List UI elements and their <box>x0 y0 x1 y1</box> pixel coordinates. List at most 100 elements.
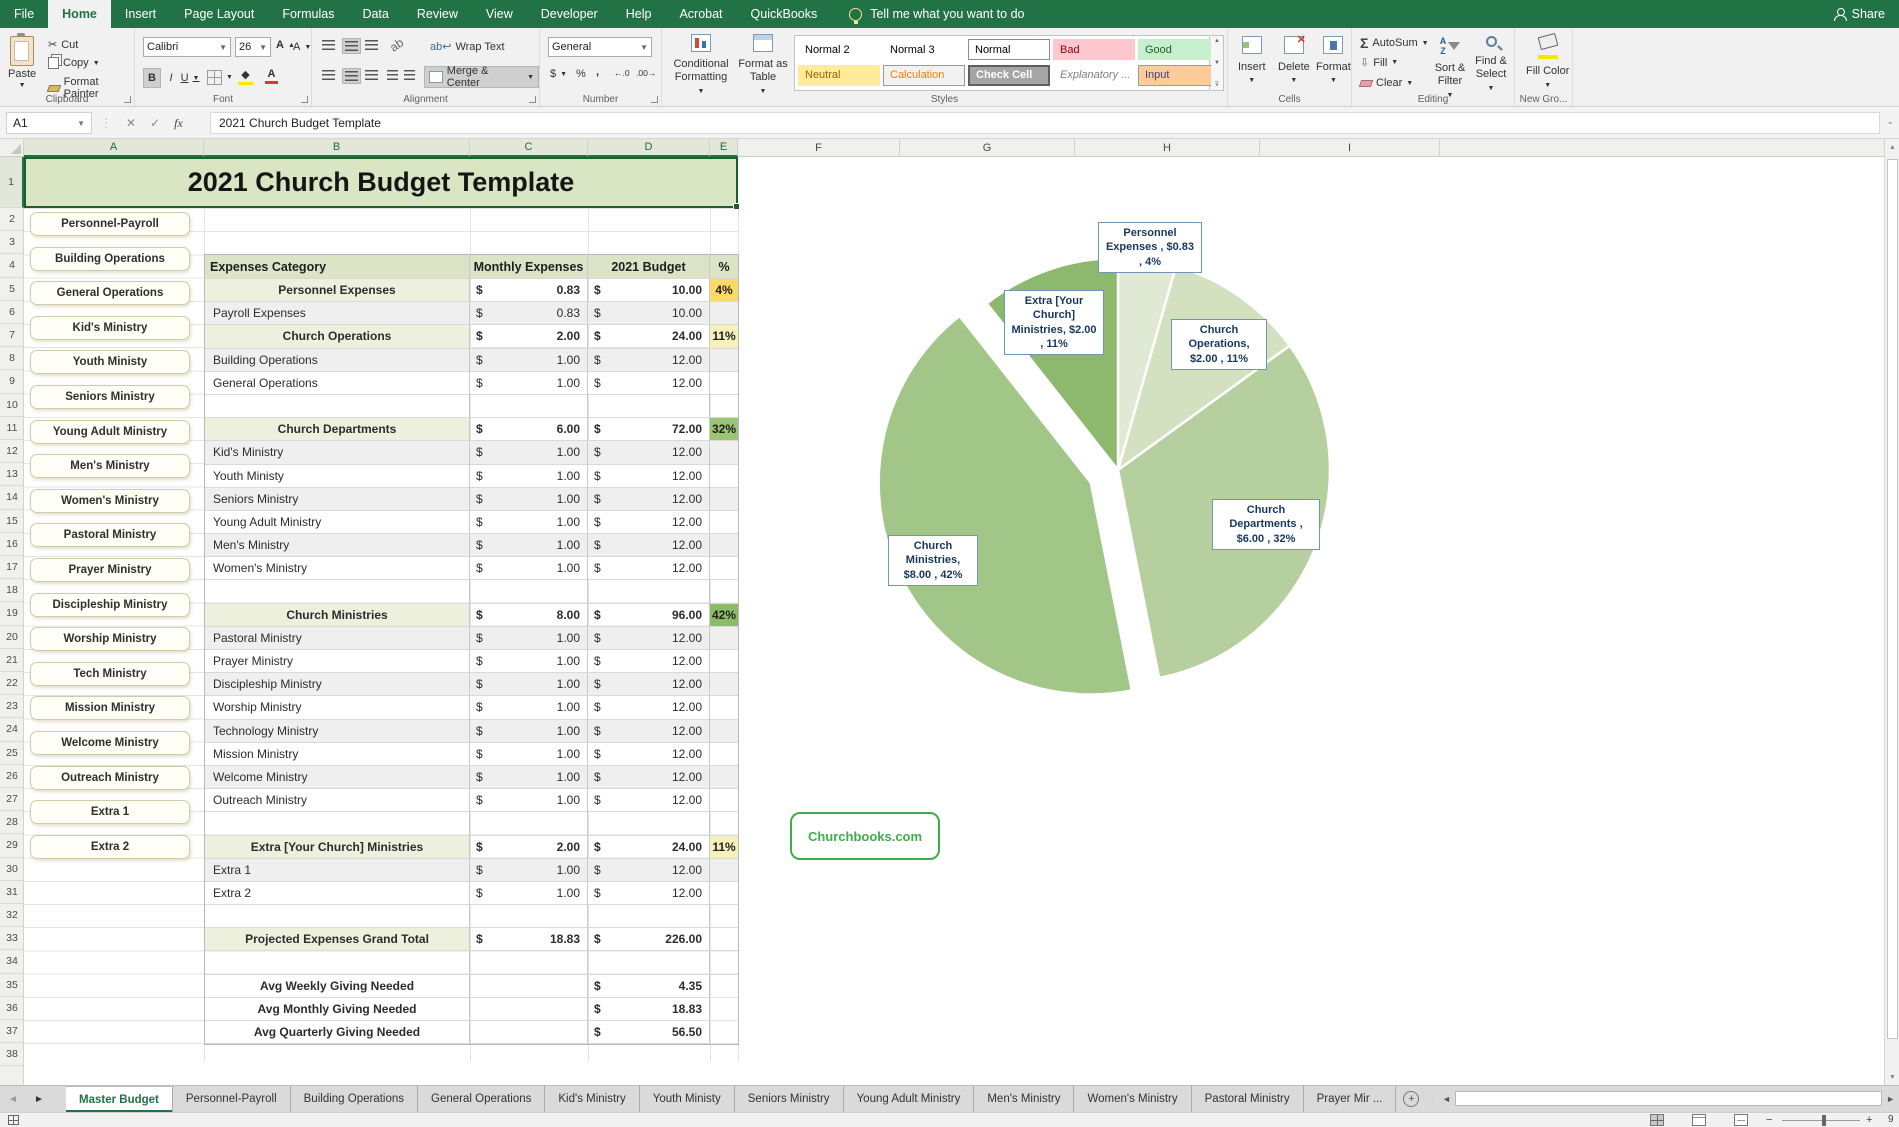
cell-section-label[interactable]: Church Ministries <box>205 604 470 627</box>
row-header-6[interactable]: 6 <box>0 301 24 324</box>
hscroll-right-icon[interactable]: ► <box>1886 1094 1895 1104</box>
cell-c[interactable]: $1.00 <box>470 465 588 488</box>
selection-fill-handle[interactable] <box>733 203 740 210</box>
cell-c[interactable]: $1.00 <box>470 650 588 673</box>
scroll-up-icon[interactable]: ▲ <box>1885 139 1899 155</box>
row-header-17[interactable]: 17 <box>0 556 24 579</box>
cell-d[interactable]: $12.00 <box>588 766 710 789</box>
cell-percent-empty[interactable] <box>710 488 738 511</box>
cell-blank[interactable] <box>470 395 588 418</box>
style-chip-normal-2[interactable]: Normal 2 <box>798 39 880 60</box>
accounting-format-button[interactable]: $▼ <box>550 68 567 80</box>
cell-detail-label[interactable]: Men's Ministry <box>205 534 470 557</box>
add-sheet-button[interactable]: + <box>1396 1086 1426 1112</box>
clipboard-dialog-launcher[interactable] <box>124 96 131 103</box>
cell-c[interactable]: $1.00 <box>470 511 588 534</box>
cell-blank[interactable] <box>710 951 738 974</box>
sheet-tab-building-operations[interactable]: Building Operations <box>291 1086 418 1112</box>
sheet-tab-women-s-ministry[interactable]: Women's Ministry <box>1074 1086 1191 1112</box>
row-header-21[interactable]: 21 <box>0 649 24 672</box>
cell-c[interactable]: $1.00 <box>470 789 588 812</box>
cell-blank[interactable] <box>205 580 470 603</box>
delete-cells-button[interactable]: ✕Delete▼ <box>1278 36 1310 84</box>
cell-avg-label[interactable]: Avg Monthly Giving Needed <box>205 998 470 1021</box>
row-header-37[interactable]: 37 <box>0 1020 24 1043</box>
paste-button[interactable]: Paste▼ <box>8 36 36 89</box>
cell-c[interactable]: $1.00 <box>470 349 588 372</box>
cell-percent-empty[interactable] <box>710 465 738 488</box>
cell-percent-empty[interactable] <box>710 696 738 719</box>
menu-tab-help[interactable]: Help <box>612 0 666 28</box>
row-header-5[interactable]: 5 <box>0 278 24 301</box>
cell-d[interactable]: $96.00 <box>588 604 710 627</box>
cell-blank[interactable] <box>588 905 710 928</box>
row-header-19[interactable]: 19 <box>0 602 24 625</box>
number-format-combo[interactable]: General▼ <box>548 37 652 57</box>
tab-scroll-right-icon[interactable]: ► <box>26 1086 52 1112</box>
sort-filter-button[interactable]: AZSort & Filter▼ <box>1430 36 1470 99</box>
cell-detail-label[interactable]: Young Adult Ministry <box>205 511 470 534</box>
cut-button[interactable]: ✂Cut <box>48 38 78 51</box>
sheet-tab-personnel-payroll[interactable]: Personnel-Payroll <box>173 1086 291 1112</box>
cell-c[interactable]: $1.00 <box>470 859 588 882</box>
cell-percent-empty[interactable] <box>710 882 738 905</box>
cell-percent[interactable] <box>710 928 738 951</box>
row-header-33[interactable]: 33 <box>0 927 24 950</box>
font-name-combo[interactable]: Calibri▼ <box>143 37 231 57</box>
cell-d[interactable]: $12.00 <box>588 743 710 766</box>
zoom-in-button[interactable]: + <box>1866 1114 1872 1126</box>
font-size-combo[interactable]: 26▼ <box>235 37 271 57</box>
row-header-30[interactable]: 30 <box>0 858 24 881</box>
style-chip-normal-3[interactable]: Normal 3 <box>883 39 965 60</box>
cell-detail-label[interactable]: Outreach Ministry <box>205 789 470 812</box>
cell-blank[interactable] <box>470 580 588 603</box>
row-header-16[interactable]: 16 <box>0 533 24 556</box>
sheet-tab-youth-ministy[interactable]: Youth Ministy <box>640 1086 735 1112</box>
cell-c[interactable]: $2.00 <box>470 836 588 859</box>
cell-d[interactable]: $12.00 <box>588 627 710 650</box>
cell-percent-empty[interactable] <box>710 557 738 580</box>
cell-blank[interactable] <box>710 395 738 418</box>
row-header-28[interactable]: 28 <box>0 811 24 834</box>
cell-section-label[interactable]: Church Operations <box>205 325 470 348</box>
menu-tab-acrobat[interactable]: Acrobat <box>665 0 736 28</box>
cell-blank[interactable] <box>205 905 470 928</box>
col-header-H[interactable]: H <box>1075 139 1260 157</box>
chart-data-label-church-ministries[interactable]: Church Ministries, $8.00 , 42% <box>888 535 978 586</box>
row-header-34[interactable]: 34 <box>0 950 24 973</box>
view-page-break-icon[interactable] <box>1734 1114 1748 1126</box>
cell-d[interactable]: $12.00 <box>588 372 710 395</box>
font-color-button[interactable]: A <box>265 68 278 84</box>
hscroll-left-icon[interactable]: ◄ <box>1442 1094 1451 1104</box>
cell-detail-label[interactable]: Seniors Ministry <box>205 488 470 511</box>
sheet-tab-master-budget[interactable]: Master Budget <box>66 1086 173 1112</box>
row-header-31[interactable]: 31 <box>0 881 24 904</box>
cell-c[interactable]: $1.00 <box>470 488 588 511</box>
shape-button-kid-s-ministry[interactable]: Kid's Ministry <box>30 316 190 340</box>
italic-button[interactable]: I <box>164 68 178 88</box>
menu-tab-file[interactable]: File <box>0 0 48 28</box>
align-right-icon[interactable] <box>365 70 378 80</box>
shrink-font-button[interactable]: A▼ <box>293 41 311 53</box>
row-header-3[interactable]: 3 <box>0 231 24 254</box>
shape-button-women-s-ministry[interactable]: Women's Ministry <box>30 489 190 513</box>
cell-d[interactable]: $4.35 <box>588 975 710 998</box>
alignment-dialog-launcher[interactable] <box>529 96 536 103</box>
menu-tab-formulas[interactable]: Formulas <box>268 0 348 28</box>
cell-d[interactable]: $10.00 <box>588 279 710 302</box>
cell-d[interactable]: $12.00 <box>588 511 710 534</box>
cell-detail-label[interactable]: Building Operations <box>205 349 470 372</box>
cell-d[interactable]: $18.83 <box>588 998 710 1021</box>
cell-percent-empty[interactable] <box>710 789 738 812</box>
cell-d[interactable]: $10.00 <box>588 302 710 325</box>
cell-c[interactable]: $1.00 <box>470 743 588 766</box>
cell-blank[interactable] <box>588 580 710 603</box>
cell-d[interactable]: $12.00 <box>588 557 710 580</box>
header-2021-budget[interactable]: 2021 Budget <box>588 255 710 279</box>
cell-detail-label[interactable]: Prayer Ministry <box>205 650 470 673</box>
cell-c[interactable]: $1.00 <box>470 557 588 580</box>
align-bottom-icon[interactable] <box>365 40 378 50</box>
cell-c[interactable]: $1.00 <box>470 766 588 789</box>
cell-blank[interactable] <box>470 951 588 974</box>
cell-percent-empty[interactable] <box>710 372 738 395</box>
